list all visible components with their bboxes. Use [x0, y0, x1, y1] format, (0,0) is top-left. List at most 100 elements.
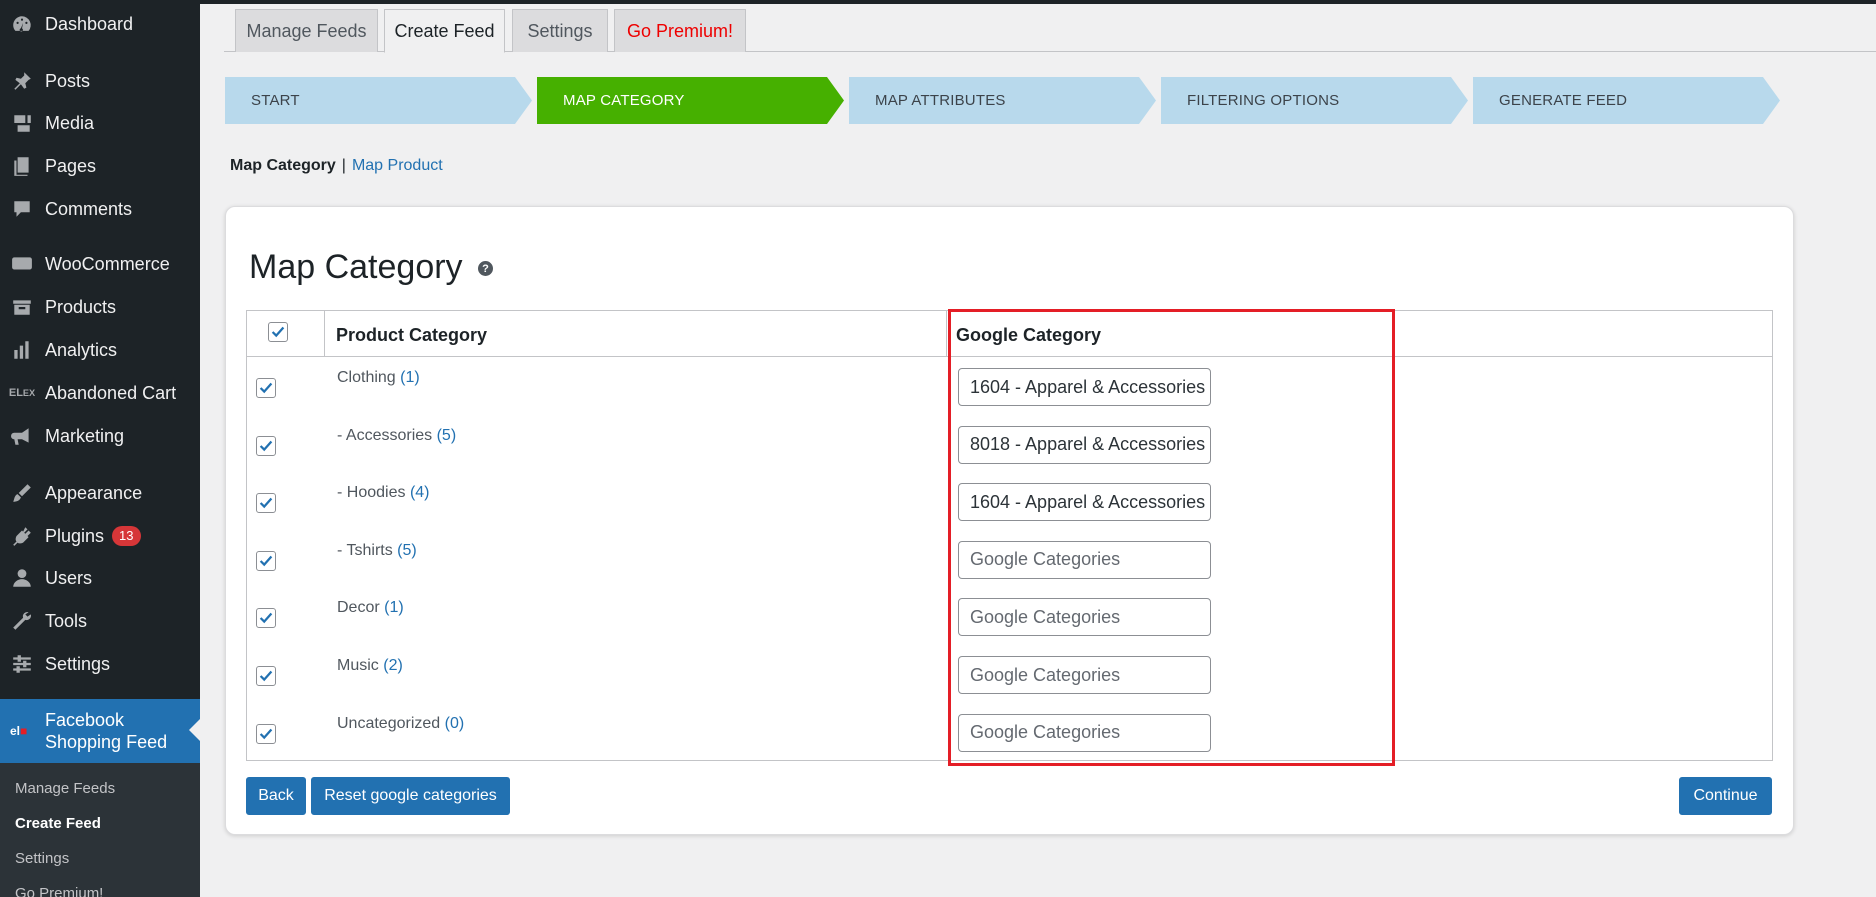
product-category-label: - Tshirts (5): [337, 542, 417, 560]
user-icon: [11, 567, 33, 589]
checkmark-icon: [259, 440, 273, 451]
step-label: FILTERING OPTIONS: [1187, 92, 1340, 109]
sidebar-item-media[interactable]: Media: [0, 103, 200, 143]
sidebar-item-tools[interactable]: Tools: [0, 601, 200, 641]
step-label: MAP CATEGORY: [563, 92, 685, 109]
tab-settings[interactable]: Settings: [512, 9, 608, 52]
sidebar-item-posts[interactable]: Posts: [0, 61, 200, 101]
sidebar-item-label: Tools: [45, 610, 88, 631]
google-category-input[interactable]: 1604 - Apparel & Accessories: [958, 483, 1211, 522]
category-count-link[interactable]: (2): [383, 657, 403, 674]
product-category-label: Music (2): [337, 657, 403, 675]
column-divider: [946, 311, 947, 357]
sidebar-item-analytics[interactable]: Analytics: [0, 330, 200, 370]
submenu-settings[interactable]: Settings: [15, 850, 69, 867]
google-category-input[interactable]: Google Categories: [958, 656, 1211, 694]
category-name: - Hoodies: [337, 484, 406, 502]
sidebar-item-label: Abandoned Cart: [45, 382, 177, 403]
media-icon: [11, 112, 33, 134]
step-map-attributes[interactable]: MAP ATTRIBUTES: [849, 77, 1156, 124]
bar-chart-icon: [11, 339, 33, 361]
subnav-map-category: Map Category: [230, 157, 336, 174]
wrench-icon: [11, 610, 33, 632]
row-checkbox[interactable]: [256, 608, 276, 629]
sidebar-item-comments[interactable]: Comments: [0, 189, 200, 229]
plugin-icon: [11, 525, 33, 547]
row-checkbox[interactable]: [256, 666, 276, 686]
sidebar-item-settings[interactable]: Settings: [0, 644, 200, 684]
sidebar-item-label: Media: [45, 112, 95, 133]
table-header: Product Category Google Category: [247, 311, 1772, 357]
sidebar-item-abandoned-cart[interactable]: EL EX Abandoned Cart: [0, 373, 200, 413]
google-category-input[interactable]: Google Categories: [958, 540, 1211, 579]
plugin-submenu: Manage Feeds Create Feed Settings Go Pre…: [0, 763, 200, 897]
google-category-input[interactable]: Google Categories: [958, 598, 1211, 637]
sidebar-item-users[interactable]: Users: [0, 558, 200, 598]
category-name: Music: [337, 657, 379, 674]
category-name: Clothing: [337, 369, 396, 386]
product-category-label: Uncategorized (0): [337, 715, 464, 733]
settings-icon: [11, 653, 33, 675]
sidebar-item-appearance[interactable]: Appearance: [0, 473, 200, 513]
pin-icon: [11, 70, 33, 92]
category-name: Uncategorized: [337, 714, 441, 732]
sidebar-item-label: Marketing: [45, 425, 125, 446]
category-count-link[interactable]: (5): [437, 427, 457, 444]
checkmark-icon: [259, 613, 273, 624]
step-filtering-options[interactable]: FILTERING OPTIONS: [1161, 77, 1468, 124]
sidebar-item-dashboard[interactable]: Dashboard: [0, 4, 200, 44]
reset-google-categories-button[interactable]: Reset google categories: [311, 777, 510, 815]
sidebar-item-facebook-shopping-feed[interactable]: el■ Facebook Shopping Feed: [0, 699, 200, 763]
pages-icon: [11, 155, 33, 177]
checkmark-icon: [259, 728, 273, 739]
product-category-label: Decor (1): [337, 599, 404, 617]
category-name: Decor: [337, 599, 380, 617]
sidebar-item-label: Comments: [45, 198, 133, 219]
row-checkbox[interactable]: [256, 378, 276, 398]
header-product-category: Product Category: [336, 325, 488, 345]
woo-icon: [11, 253, 33, 275]
sidebar-item-label: Appearance: [45, 482, 143, 503]
sidebar-item-pages[interactable]: Pages: [0, 146, 200, 186]
help-icon[interactable]: ?: [478, 261, 493, 276]
category-count-link[interactable]: (4): [410, 484, 430, 501]
row-checkbox[interactable]: [256, 493, 276, 514]
plugin-logo-icon: el■: [10, 724, 28, 738]
row-checkbox[interactable]: [256, 723, 276, 744]
back-button[interactable]: Back: [246, 777, 306, 815]
admin-top-bar: [200, 0, 1876, 4]
select-all-checkbox[interactable]: [268, 322, 288, 342]
subnav-separator: |: [341, 157, 346, 174]
brush-icon: [11, 482, 33, 504]
google-category-input[interactable]: Google Categories: [958, 713, 1211, 752]
row-checkbox[interactable]: [256, 550, 276, 571]
sidebar-item-marketing[interactable]: Marketing: [0, 416, 200, 456]
checkmark-icon: [259, 382, 273, 394]
continue-button[interactable]: Continue: [1679, 777, 1772, 815]
sidebar-item-plugins[interactable]: Plugins 13: [0, 516, 200, 556]
subnav-map-product-link[interactable]: Map Product: [352, 157, 443, 174]
submenu-manage-feeds[interactable]: Manage Feeds: [15, 780, 115, 797]
sidebar-item-label: Facebook: [45, 710, 125, 730]
category-count-link[interactable]: (0): [445, 715, 465, 732]
sidebar-item-label: WooCommerce: [45, 253, 170, 274]
dashboard-icon: [11, 13, 33, 35]
step-label: GENERATE FEED: [1499, 92, 1628, 109]
sidebar-item-woocommerce[interactable]: WooCommerce: [0, 244, 200, 284]
step-label: MAP ATTRIBUTES: [875, 92, 1006, 109]
row-checkbox[interactable]: [256, 435, 276, 456]
category-count-link[interactable]: (1): [384, 599, 404, 616]
step-map-category[interactable]: MAP CATEGORY: [537, 77, 844, 124]
tab-go-premium[interactable]: Go Premium!: [614, 9, 746, 52]
submenu-go-premium[interactable]: Go Premium!: [15, 885, 103, 897]
category-count-link[interactable]: (5): [397, 542, 417, 559]
step-generate-feed[interactable]: GENERATE FEED: [1473, 77, 1780, 124]
google-category-input[interactable]: 1604 - Apparel & Accessories: [958, 368, 1211, 406]
sidebar-item-products[interactable]: Products: [0, 287, 200, 327]
google-category-input[interactable]: 8018 - Apparel & Accessories: [958, 425, 1211, 464]
submenu-create-feed[interactable]: Create Feed: [15, 815, 101, 832]
category-count-link[interactable]: (1): [400, 369, 420, 386]
step-start[interactable]: START: [225, 77, 532, 124]
tab-create-feed[interactable]: Create Feed: [384, 9, 505, 53]
tab-manage-feeds[interactable]: Manage Feeds: [235, 9, 378, 52]
